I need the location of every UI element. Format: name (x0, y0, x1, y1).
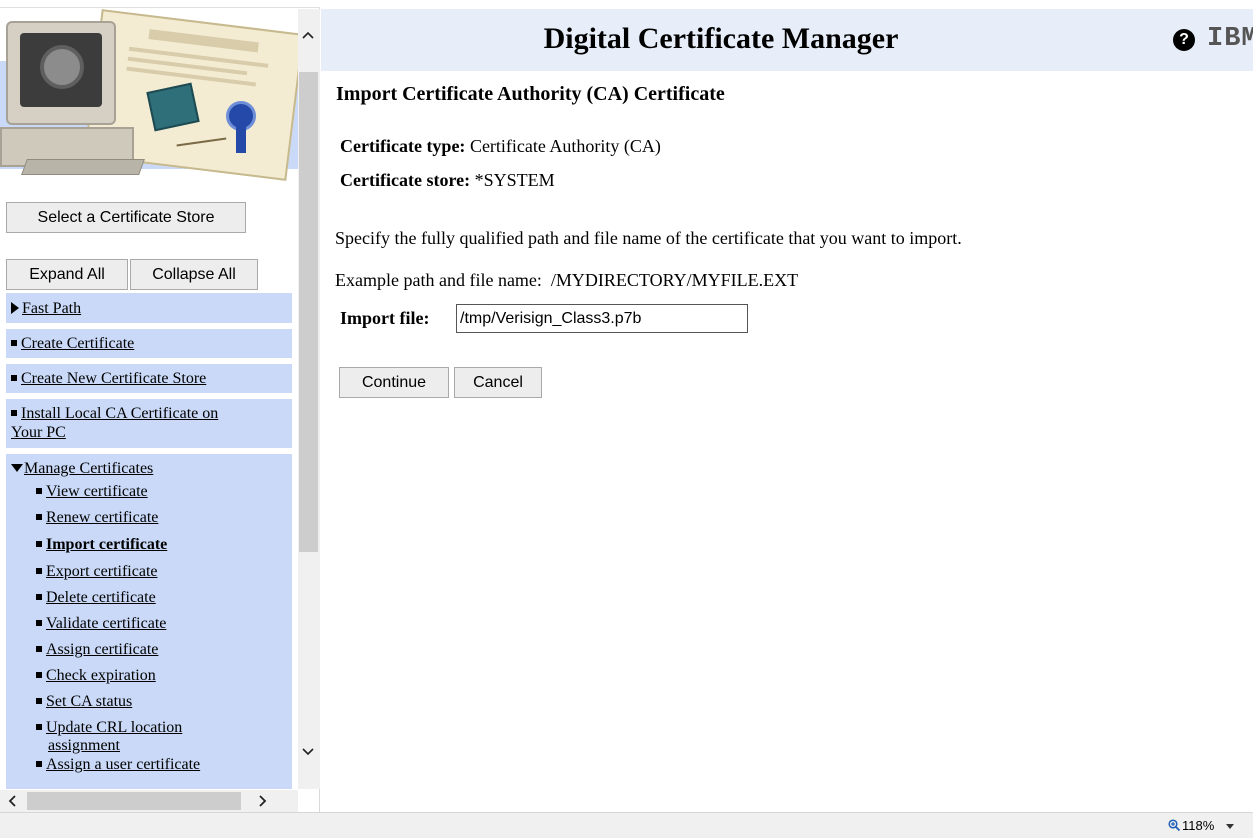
zoom-level[interactable]: 118% (1182, 818, 1214, 834)
bullet-icon (11, 375, 17, 381)
sidebar-link-view-certificate[interactable]: View certificate (46, 483, 148, 500)
sidebar-item-install-local-ca[interactable]: Install Local CA Certificate on (11, 404, 218, 423)
collapse-triangle-icon[interactable] (11, 464, 23, 472)
certificate-type-label: Certificate type: (340, 136, 466, 156)
sidebar-link-update-crl-location-line2[interactable]: assignment (48, 737, 120, 754)
cancel-button[interactable]: Cancel (454, 367, 542, 398)
zoom-magnifier-icon[interactable] (1168, 819, 1180, 831)
bullet-icon (36, 514, 42, 520)
sidebar-link-fast-path[interactable]: Fast Path (22, 300, 81, 317)
sidebar-link-install-local-ca[interactable]: Install Local CA Certificate on (21, 405, 218, 422)
sidebar-subitem-export-certificate[interactable]: Export certificate (36, 562, 158, 581)
sidebar-nav: Fast Path Create Certificate Create New … (6, 293, 292, 789)
example-path-row: Example path and file name: /MYDIRECTORY… (335, 269, 798, 291)
continue-button[interactable]: Continue (339, 367, 449, 398)
sidebar-link-assign-certificate[interactable]: Assign certificate (46, 641, 158, 658)
scroll-down-arrow-icon[interactable] (302, 745, 314, 757)
bullet-icon (36, 488, 42, 494)
sidebar-link-assign-user-certificate[interactable]: Assign a user certificate (46, 756, 200, 773)
instructions-text: Specify the fully qualified path and fil… (335, 228, 962, 248)
example-path-label: Example path and file name: (335, 270, 542, 290)
bullet-icon (36, 594, 42, 600)
certificate-store-row: Certificate store: *SYSTEM (340, 169, 555, 191)
sidebar-subitem-set-ca-status[interactable]: Set CA status (36, 692, 132, 711)
bullet-icon (36, 541, 42, 547)
sidebar-subitem-renew-certificate[interactable]: Renew certificate (36, 508, 158, 527)
vertical-scrollbar-thumb[interactable] (299, 72, 318, 552)
bullet-icon (11, 410, 17, 416)
sidebar-link-renew-certificate[interactable]: Renew certificate (46, 509, 158, 526)
scroll-right-arrow-icon[interactable] (256, 795, 268, 807)
scroll-left-arrow-icon[interactable] (7, 795, 19, 807)
bullet-icon (11, 340, 17, 346)
sidebar-subitem-import-certificate[interactable]: Import certificate (36, 535, 167, 554)
dcm-banner-image (0, 9, 298, 185)
page-header: Digital Certificate Manager ? IBM® (321, 9, 1253, 71)
sidebar-link-create-new-certificate-store[interactable]: Create New Certificate Store (21, 370, 206, 387)
sidebar-subitem-assign-certificate[interactable]: Assign certificate (36, 640, 158, 659)
sidebar-subitem-delete-certificate[interactable]: Delete certificate (36, 588, 156, 607)
sidebar-link-check-expiration[interactable]: Check expiration (46, 667, 156, 684)
sidebar-subitem-check-expiration[interactable]: Check expiration (36, 666, 156, 685)
certificate-store-label: Certificate store: (340, 170, 471, 190)
section-heading: Import Certificate Authority (CA) Certif… (336, 83, 725, 105)
zoom-dropdown-caret-icon[interactable] (1226, 824, 1234, 829)
certificate-store-value: *SYSTEM (474, 170, 555, 190)
navigation-frame: Select a Certificate Store Expand All Co… (0, 0, 320, 812)
sidebar-link-update-crl-location[interactable]: Update CRL location (46, 719, 182, 736)
browser-status-bar: 118% (0, 812, 1253, 838)
sidebar-item-create-certificate[interactable]: Create Certificate (11, 334, 134, 353)
sidebar-link-install-local-ca-line2[interactable]: Your PC (11, 424, 66, 441)
main-content: Import Certificate Authority (CA) Certif… (321, 71, 1253, 812)
certificate-type-row: Certificate type: Certificate Authority … (340, 135, 661, 157)
bullet-icon (36, 724, 42, 730)
sidebar-item-create-new-certificate-store[interactable]: Create New Certificate Store (11, 369, 206, 388)
sidebar-link-delete-certificate[interactable]: Delete certificate (46, 589, 156, 606)
expand-all-button[interactable]: Expand All (6, 259, 128, 290)
bullet-icon (36, 672, 42, 678)
ibm-logo: IBM® (1207, 24, 1253, 54)
bullet-icon (36, 568, 42, 574)
bullet-icon (36, 620, 42, 626)
example-path-value: /MYDIRECTORY/MYFILE.EXT (550, 270, 799, 290)
sidebar-link-create-certificate[interactable]: Create Certificate (21, 335, 134, 352)
sidebar-subitem-update-crl-location[interactable]: Update CRL location (36, 718, 182, 737)
bullet-icon (36, 646, 42, 652)
question-circle-icon[interactable]: ? (1173, 29, 1195, 51)
sidebar-link-set-ca-status[interactable]: Set CA status (46, 693, 132, 710)
sidebar-link-manage-certificates[interactable]: Manage Certificates (24, 460, 153, 477)
computer-monitor-graphic (6, 21, 116, 125)
sidebar-item-manage-certificates[interactable]: Manage Certificates (11, 459, 153, 478)
sidebar-subitem-assign-user-certificate[interactable]: Assign a user certificate (36, 755, 200, 774)
sidebar-subitem-view-certificate[interactable]: View certificate (36, 482, 148, 501)
import-file-input[interactable] (456, 304, 748, 333)
select-certificate-store-button[interactable]: Select a Certificate Store (6, 202, 246, 233)
sidebar-link-export-certificate[interactable]: Export certificate (46, 563, 158, 580)
sidebar-link-import-certificate[interactable]: Import certificate (46, 536, 167, 553)
expand-triangle-icon[interactable] (11, 302, 19, 314)
page-title: Digital Certificate Manager (543, 22, 899, 55)
sidebar-item-install-local-ca-cont[interactable]: Your PC (11, 423, 66, 442)
sidebar-subitem-update-crl-location-cont[interactable]: assignment (48, 736, 120, 755)
bullet-icon (36, 761, 42, 767)
frame-top-border (0, 0, 320, 8)
horizontal-scrollbar-thumb[interactable] (27, 792, 241, 810)
bullet-icon (36, 698, 42, 704)
sidebar-item-fast-path[interactable]: Fast Path (11, 299, 81, 318)
collapse-all-button[interactable]: Collapse All (130, 259, 258, 290)
import-file-label: Import file: (340, 308, 430, 328)
sidebar-subitem-validate-certificate[interactable]: Validate certificate (36, 614, 166, 633)
sidebar-link-validate-certificate[interactable]: Validate certificate (46, 615, 166, 632)
certificate-type-value: Certificate Authority (CA) (469, 136, 661, 156)
scroll-up-arrow-icon[interactable] (302, 30, 314, 42)
